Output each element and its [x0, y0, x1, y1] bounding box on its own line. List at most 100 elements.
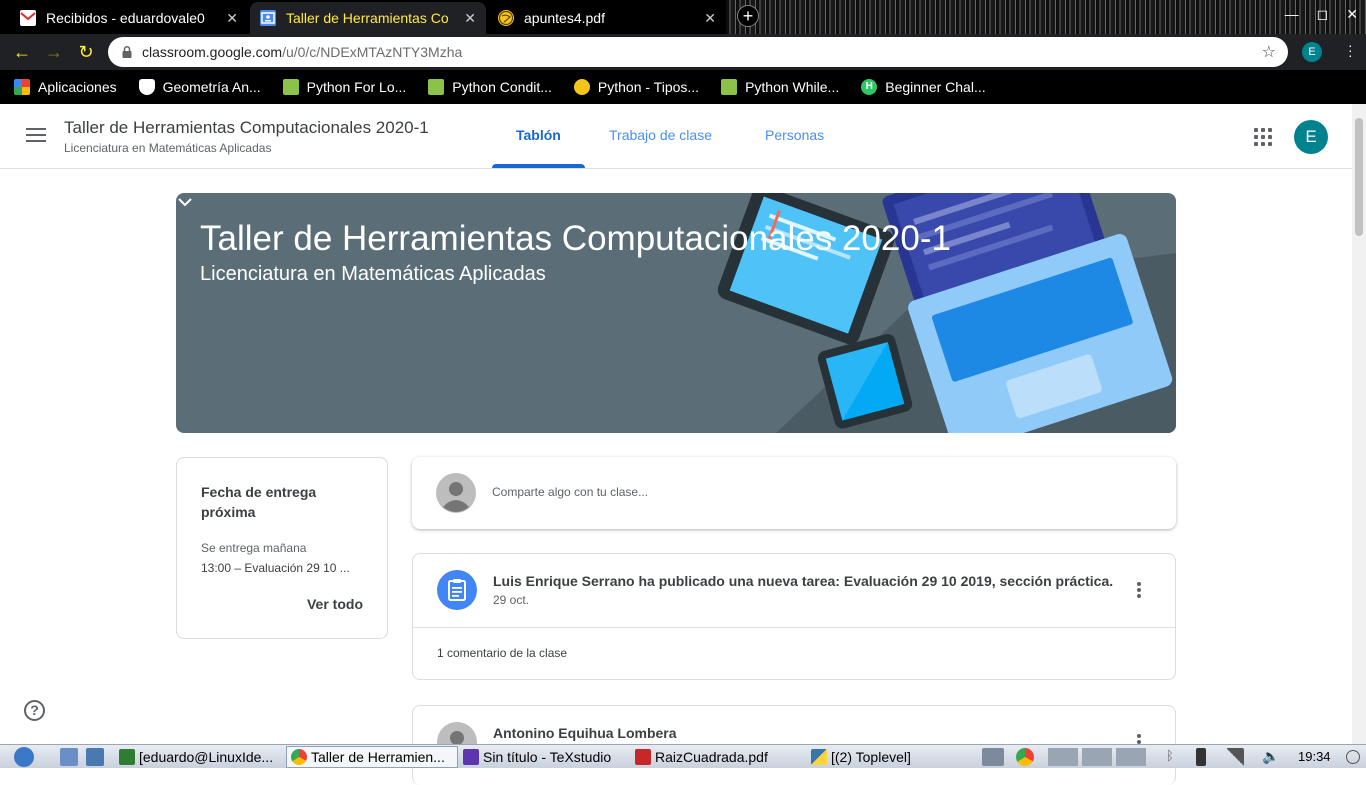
bookmark-apps[interactable]: Aplicaciones: [14, 79, 117, 95]
browser-toolbar: ← → ↻ classroom.google.com/u/0/c/NDExMTA…: [0, 34, 1366, 70]
chevron-down-icon[interactable]: [176, 193, 194, 211]
workspace-box[interactable]: [1082, 748, 1112, 766]
close-icon[interactable]: ✕: [704, 10, 716, 27]
texstudio-icon: [463, 749, 479, 765]
logout-icon[interactable]: [1346, 750, 1360, 764]
user-avatar-icon: [436, 473, 476, 513]
close-icon[interactable]: ✕: [464, 10, 476, 27]
bookmark-geometria[interactable]: Geometría An...: [138, 79, 261, 95]
class-title[interactable]: Taller de Herramientas Computacionales 2…: [64, 118, 429, 138]
workspace-box[interactable]: [1116, 748, 1146, 766]
bookmark-label: Python While...: [745, 79, 840, 95]
bluetooth-icon[interactable]: ᛒ: [1166, 748, 1178, 766]
minimize-icon[interactable]: —: [1285, 6, 1299, 23]
taskbar-label: [eduardo@LinuxIde...: [139, 749, 274, 765]
tab-title: Recibidos - eduardovale0: [46, 10, 205, 26]
start-menu-icon[interactable]: [14, 747, 34, 767]
upcoming-due-label: Se entrega mañana: [201, 541, 307, 555]
close-window-icon[interactable]: ✕: [1346, 6, 1358, 23]
tab-classwork[interactable]: Trabajo de clase: [609, 127, 712, 143]
hackerrank-icon: H: [861, 79, 878, 95]
taskbar-item-texstudio[interactable]: Sin título - TeXstudio: [458, 746, 630, 768]
taskbar-clock[interactable]: 19:34: [1298, 749, 1331, 764]
view-all-link[interactable]: Ver todo: [307, 596, 363, 612]
post-title[interactable]: Luis Enrique Serrano ha publicado una nu…: [493, 573, 1113, 589]
browser-tab-gmail[interactable]: Recibidos - eduardovale0 ✕: [10, 2, 248, 34]
taskbar-item-toplevel[interactable]: [(2) Toplevel]: [806, 746, 978, 768]
browser-tab-classroom[interactable]: Taller de Herramientas Co ✕: [250, 2, 486, 34]
chrome-icon[interactable]: [1016, 748, 1034, 766]
stream-post[interactable]: Luis Enrique Serrano ha publicado una nu…: [412, 553, 1176, 680]
tab-title: apuntes4.pdf: [524, 10, 605, 26]
terminal-icon: [119, 749, 135, 765]
window-controls: — ◻ ✕: [1285, 6, 1358, 23]
bookmarks-bar: Aplicaciones Geometría An... Python For …: [0, 70, 1366, 104]
banner-subtitle: Licenciatura en Matemáticas Aplicadas: [200, 263, 546, 285]
banner-title: Taller de Herramientas Computacionales 2…: [200, 219, 951, 258]
close-icon[interactable]: ✕: [226, 10, 238, 27]
back-icon[interactable]: ←: [6, 42, 38, 63]
share-with-class-box[interactable]: Comparte algo con tu clase...: [412, 457, 1176, 529]
forward-icon[interactable]: →: [38, 42, 70, 63]
browser-profile-avatar[interactable]: E: [1302, 42, 1322, 62]
taskbar-item-pdf[interactable]: RaizCuadrada.pdf: [630, 746, 802, 768]
bookmark-label: Python - Tipos...: [597, 79, 700, 95]
volume-icon[interactable]: 🔈: [1262, 748, 1279, 766]
post-date: 29 oct.: [493, 593, 530, 607]
file-manager-icon[interactable]: [60, 748, 78, 766]
bookmark-label: Python Condit...: [452, 79, 552, 95]
post-author: Antonino Equihua Lombera: [493, 725, 677, 741]
reload-icon[interactable]: ↻: [70, 42, 102, 63]
network-signal-icon[interactable]: [1226, 748, 1244, 766]
taskbar-label: RaizCuadrada.pdf: [655, 749, 768, 765]
taskbar-item-chrome[interactable]: Taller de Herramien...: [286, 746, 458, 768]
maximize-icon[interactable]: ◻: [1317, 6, 1329, 23]
active-tab-indicator: [492, 164, 585, 168]
desktop-switcher-icon[interactable]: [86, 748, 104, 766]
main-menu-icon[interactable]: [26, 128, 46, 146]
share-placeholder[interactable]: Comparte algo con tu clase...: [492, 485, 648, 499]
page-scrollbar[interactable]: [1352, 104, 1366, 744]
more-options-icon[interactable]: [1137, 582, 1141, 600]
pdf-icon: [635, 749, 651, 765]
window-list-icon[interactable]: [982, 748, 1004, 766]
apps-grid-icon: [14, 79, 30, 95]
bookmark-python-while[interactable]: Python While...: [721, 79, 839, 95]
upcoming-panel: Fecha de entrega próxima Se entrega maña…: [176, 457, 388, 639]
address-bar[interactable]: classroom.google.com/u/0/c/NDExMTAzNTY3M…: [108, 37, 1288, 67]
scrollbar-thumb[interactable]: [1355, 118, 1363, 236]
os-taskbar: [eduardo@LinuxIde... Taller de Herramien…: [0, 744, 1366, 768]
divider: [413, 627, 1175, 628]
bookmark-label: Aplicaciones: [38, 79, 117, 95]
chart-icon: [721, 79, 738, 95]
chart-icon: [282, 79, 299, 95]
workspace-box[interactable]: [1048, 748, 1078, 766]
google-apps-icon[interactable]: [1254, 128, 1272, 146]
account-avatar[interactable]: E: [1294, 120, 1328, 154]
battery-icon[interactable]: [1196, 748, 1206, 766]
tab-stream[interactable]: Tablón: [516, 127, 561, 143]
taskbar-item-terminal[interactable]: [eduardo@LinuxIde...: [114, 746, 286, 768]
bookmark-label: Beginner Chal...: [885, 79, 986, 95]
browser-menu-icon[interactable]: · · ·: [1348, 38, 1353, 62]
bookmark-beginner[interactable]: H Beginner Chal...: [861, 79, 986, 95]
tab-people[interactable]: Personas: [765, 127, 824, 143]
python-icon: [811, 749, 827, 765]
globe-icon: [498, 10, 514, 26]
help-icon[interactable]: ?: [24, 700, 45, 721]
bookmark-python-for[interactable]: Python For Lo...: [282, 79, 406, 95]
url-text: classroom.google.com/u/0/c/NDExMTAzNTY3M…: [142, 44, 462, 60]
new-tab-button[interactable]: +: [737, 5, 759, 27]
bookmark-star-icon[interactable]: ☆: [1262, 42, 1276, 62]
classroom-icon: [260, 10, 276, 26]
class-banner: Taller de Herramientas Computacionales 2…: [176, 193, 1176, 433]
chart-icon: [428, 79, 445, 95]
bookmark-python-tipos[interactable]: Python - Tipos...: [573, 79, 700, 95]
url-host: classroom.google.com: [142, 44, 283, 60]
tab-title: Taller de Herramientas Co: [286, 10, 449, 26]
gmail-icon: [20, 10, 36, 26]
bookmark-python-condit[interactable]: Python Condit...: [428, 79, 552, 95]
class-comments-link[interactable]: 1 comentario de la clase: [437, 646, 567, 660]
upcoming-item-link[interactable]: 13:00 – Evaluación 29 10 ...: [201, 561, 371, 575]
browser-tab-pdf[interactable]: apuntes4.pdf ✕: [488, 2, 726, 34]
